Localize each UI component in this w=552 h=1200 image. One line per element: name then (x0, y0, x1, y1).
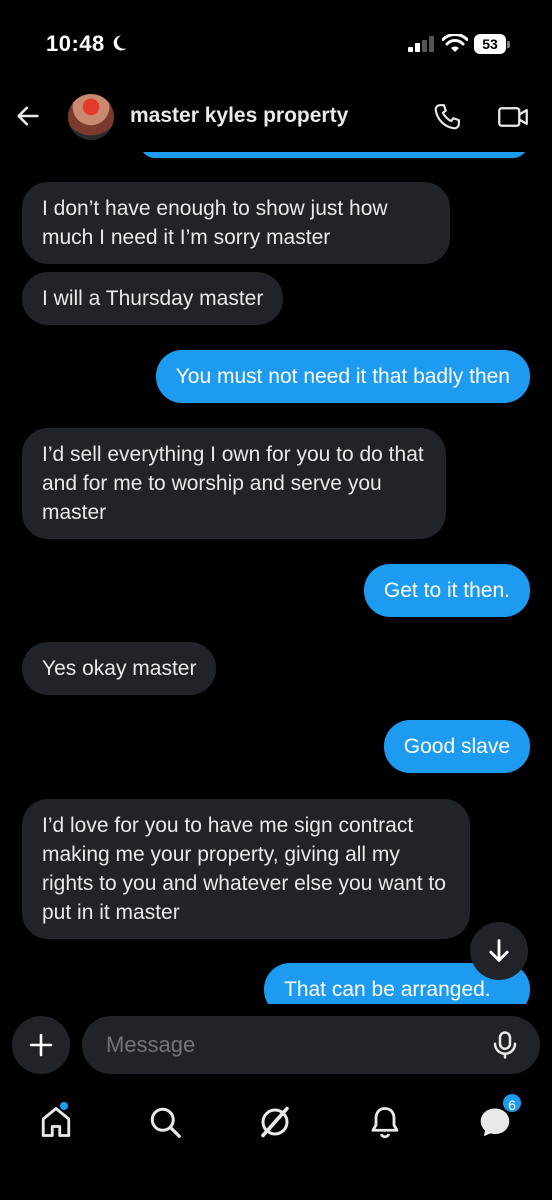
microphone-icon[interactable] (490, 1030, 520, 1060)
grok-icon (261, 1106, 289, 1138)
outgoing-message[interactable]: Get to it then. (363, 564, 530, 617)
incoming-message[interactable]: I will a Thursday master (22, 272, 284, 325)
messages-badge: 6 (501, 1092, 523, 1114)
conversation-header: master kyles property (0, 80, 552, 152)
incoming-message[interactable]: Yes okay master (22, 642, 217, 695)
nav-search[interactable] (147, 1104, 183, 1140)
search-icon (150, 1107, 181, 1138)
back-arrow-icon[interactable] (14, 102, 42, 130)
nav-grok[interactable] (257, 1104, 293, 1140)
scroll-to-bottom-button[interactable] (470, 922, 528, 980)
contact-name[interactable]: master kyles property (130, 104, 348, 128)
home-icon (41, 1107, 71, 1137)
bottom-navigation: 6 (0, 1090, 552, 1200)
nav-home[interactable] (38, 1102, 74, 1140)
add-attachment-button[interactable] (12, 1016, 70, 1074)
incoming-message[interactable]: I don’t have enough to show just how muc… (22, 182, 450, 264)
notifications-icon (371, 1107, 399, 1139)
incoming-message[interactable]: I’d love for you to have me sign contrac… (22, 799, 470, 939)
video-camera-icon[interactable] (496, 102, 530, 132)
message-input[interactable] (82, 1016, 540, 1074)
avatar[interactable] (68, 94, 114, 140)
home-notification-dot (60, 1102, 68, 1110)
incoming-message[interactable]: I’d sell everything I own for you to do … (22, 428, 446, 539)
phone-icon[interactable] (432, 102, 462, 132)
outgoing-message[interactable]: You must not need it that badly then (155, 350, 530, 403)
nav-notifications[interactable] (367, 1104, 403, 1140)
outgoing-message[interactable]: Good slave (383, 720, 530, 773)
arrow-down-icon (489, 939, 509, 962)
plus-icon (29, 1033, 53, 1057)
nav-messages[interactable]: 6 (477, 1092, 523, 1140)
